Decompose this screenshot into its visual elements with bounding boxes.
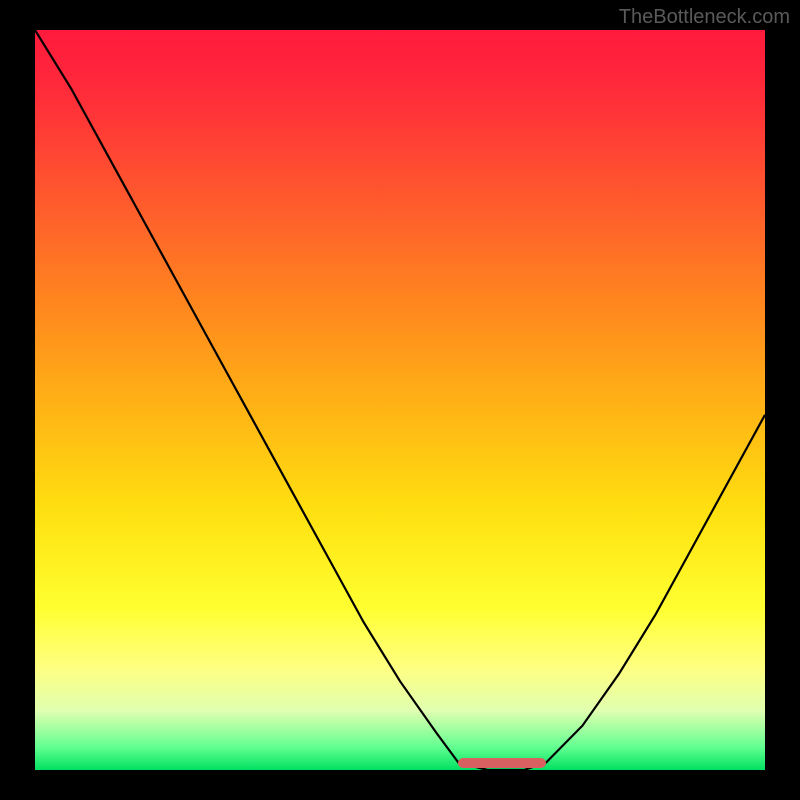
chart-curve-svg (35, 30, 765, 770)
watermark-text: TheBottleneck.com (619, 6, 790, 29)
bottleneck-curve-path (35, 30, 765, 770)
optimal-range-marker (458, 758, 546, 768)
chart-plot-area (35, 30, 765, 770)
